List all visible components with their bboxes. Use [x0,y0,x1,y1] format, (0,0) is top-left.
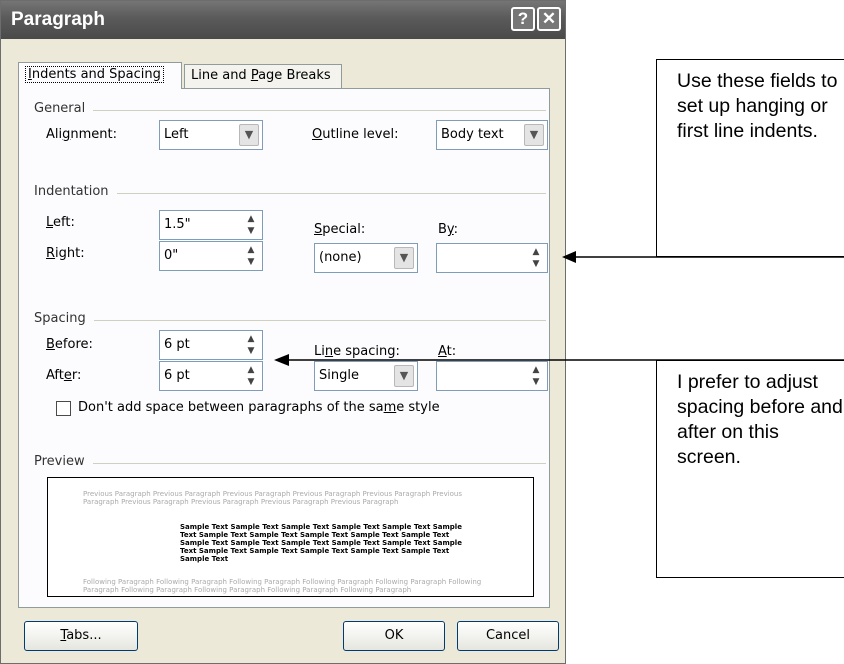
arrowhead-indents [562,251,576,263]
tab-indents-and-spacing[interactable]: Indents and Spacing [18,62,182,89]
arrowhead-spacing [274,354,289,366]
tab-label: Indents and Spacing [25,66,164,83]
callout-arrows [274,251,844,366]
